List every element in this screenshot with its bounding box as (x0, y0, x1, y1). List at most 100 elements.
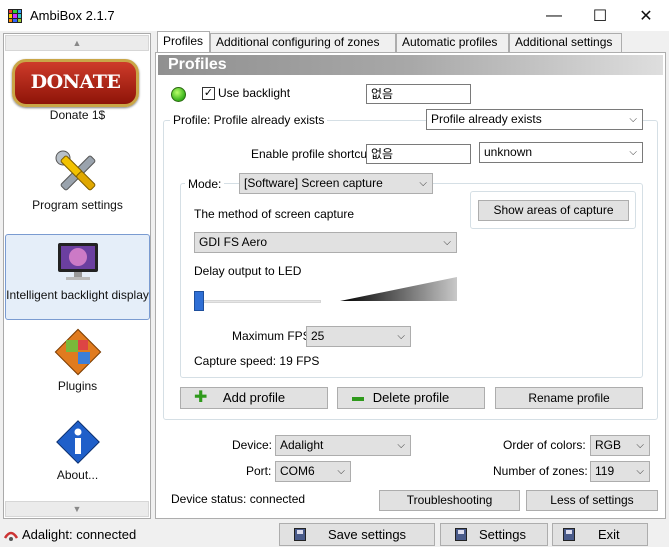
chevron-up-icon: ▲ (72, 38, 82, 48)
number-of-zones-select[interactable]: 119 ⌵ (590, 461, 650, 482)
minimize-button[interactable]: — (531, 0, 577, 31)
shortcut-label: Enable profile shortcut: (251, 147, 374, 161)
sidebar-item-intelligent-backlight[interactable]: Intelligent backlight display (5, 234, 150, 320)
number-of-zones-value: 119 (595, 464, 615, 478)
port-select-value: COM6 (280, 464, 315, 478)
minus-icon (352, 397, 364, 401)
exit-door-icon (563, 528, 575, 541)
tab-label: Additional settings (515, 35, 613, 49)
chevron-down-icon: ⌵ (397, 440, 405, 451)
capture-method-select[interactable]: GDI FS Aero ⌵ (194, 232, 457, 253)
sidebar-item-label: Intelligent backlight display (6, 288, 149, 302)
settings-label: Settings (479, 527, 526, 542)
sidebar-item-label: About... (56, 468, 99, 482)
tools-icon (55, 150, 96, 191)
device-label: Device: (232, 438, 273, 452)
chevron-down-icon: ⌵ (636, 466, 644, 477)
sidebar-item-about[interactable]: About... (5, 414, 150, 500)
chevron-down-icon: ⌵ (419, 178, 427, 189)
mode-select-value: [Software] Screen capture (244, 176, 383, 190)
number-of-zones-label: Number of zones: (493, 464, 588, 478)
close-button[interactable]: ✕ (623, 0, 669, 31)
order-of-colors-label: Order of colors: (503, 438, 586, 452)
checkmark-icon: ✓ (203, 87, 214, 99)
window-title: AmbiBox 2.1.7 (30, 8, 115, 23)
app-icon (8, 9, 22, 23)
capture-method-value: GDI FS Aero (199, 235, 268, 249)
tab-automatic-profiles[interactable]: Automatic profiles (396, 33, 509, 52)
profile-select-value: Profile already exists (431, 112, 542, 126)
tab-label: Additional configuring of zones (216, 35, 380, 49)
settings-button[interactable]: Settings (440, 523, 548, 546)
add-profile-label: Add profile (222, 390, 286, 405)
chevron-down-icon: ▼ (72, 504, 82, 514)
save-settings-button[interactable]: Save settings (279, 523, 435, 546)
maximize-button[interactable]: ☐ (577, 0, 623, 31)
max-fps-label: Maximum FPS (232, 329, 311, 343)
save-settings-label: Save settings (328, 527, 407, 542)
mode-select[interactable]: [Software] Screen capture ⌵ (239, 173, 433, 194)
monitor-icon (58, 243, 98, 280)
exit-button[interactable]: Exit (552, 523, 648, 546)
capture-speed-text: Capture speed: 19 FPS (194, 354, 320, 368)
sidebar-scroll-down-button[interactable]: ▼ (5, 501, 149, 517)
sidebar-item-label: Plugins (57, 379, 98, 393)
section-header: Profiles (158, 55, 663, 75)
delete-profile-button[interactable]: Delete profile (337, 387, 485, 409)
max-fps-value: 25 (311, 329, 325, 343)
backlight-status-indicator (171, 87, 186, 102)
delay-slider-track[interactable] (196, 300, 321, 303)
connection-status-text: Adalight: connected (22, 527, 137, 542)
port-select[interactable]: COM6 ⌵ (275, 461, 351, 482)
tab-label: Automatic profiles (402, 35, 498, 49)
chevron-down-icon: ⌵ (443, 237, 451, 248)
sidebar-item-label: Donate 1$ (49, 108, 106, 122)
chevron-down-icon: ⌵ (629, 114, 637, 125)
device-select-value: Adalight (280, 438, 324, 452)
capture-method-label: The method of screen capture (194, 207, 355, 221)
chevron-down-icon: ⌵ (397, 331, 405, 342)
profile-select[interactable]: Profile already exists ⌵ (426, 109, 643, 130)
exit-label: Exit (598, 527, 620, 542)
donate-icon: DONATE NOW (12, 59, 139, 133)
sidebar-item-label: Program settings (32, 198, 123, 212)
device-select[interactable]: Adalight ⌵ (275, 435, 411, 456)
sidebar-item-plugins[interactable]: Plugins (5, 324, 150, 410)
tab-profiles[interactable]: Profiles (157, 31, 210, 53)
show-areas-of-capture-button[interactable]: Show areas of capture (478, 200, 629, 221)
troubleshooting-button[interactable]: Troubleshooting (379, 490, 520, 511)
use-backlight-checkbox[interactable]: ✓ (202, 87, 215, 100)
shortcut-input[interactable]: 없음 (366, 144, 471, 164)
tab-label: Profiles (163, 34, 204, 48)
shortcut-select-value: unknown (484, 145, 533, 159)
delay-ramp-indicator (340, 277, 457, 301)
delay-output-label: Delay output to LED (194, 264, 302, 278)
tab-additional-configuring-of-zones[interactable]: Additional configuring of zones (210, 33, 396, 52)
donate-banner-text: DONATE NOW (30, 71, 121, 133)
chevron-down-icon: ⌵ (629, 147, 637, 158)
plus-icon: ✚ (194, 389, 208, 406)
order-of-colors-select[interactable]: RGB ⌵ (590, 435, 650, 456)
sidebar: ▲ DONATE NOW Donate 1$ Program settings … (3, 33, 151, 519)
shortcut-select[interactable]: unknown ⌵ (479, 142, 643, 163)
mode-label: Mode: (185, 177, 225, 191)
delete-profile-label: Delete profile (372, 390, 450, 405)
backlight-hotkey-input[interactable]: 없음 (366, 84, 471, 104)
chevron-down-icon: ⌵ (636, 440, 644, 451)
sidebar-item-donate[interactable]: DONATE NOW Donate 1$ (5, 54, 150, 140)
tab-additional-settings[interactable]: Additional settings (509, 33, 622, 52)
connection-icon (3, 531, 19, 541)
order-of-colors-value: RGB (595, 438, 622, 452)
port-label: Port: (246, 464, 272, 478)
max-fps-select[interactable]: 25 ⌵ (306, 326, 411, 347)
settings-disk-icon (455, 528, 467, 541)
save-disk-icon (294, 528, 306, 541)
device-status-text: Device status: connected (171, 492, 306, 506)
rename-profile-button[interactable]: Rename profile (495, 387, 643, 409)
minimize-icon: — (546, 6, 562, 24)
sidebar-scroll-up-button[interactable]: ▲ (5, 35, 149, 51)
delay-slider-thumb[interactable] (194, 291, 204, 311)
less-of-settings-button[interactable]: Less of settings (526, 490, 658, 511)
add-profile-button[interactable]: ✚ Add profile (180, 387, 328, 409)
sidebar-item-program-settings[interactable]: Program settings (5, 144, 150, 230)
